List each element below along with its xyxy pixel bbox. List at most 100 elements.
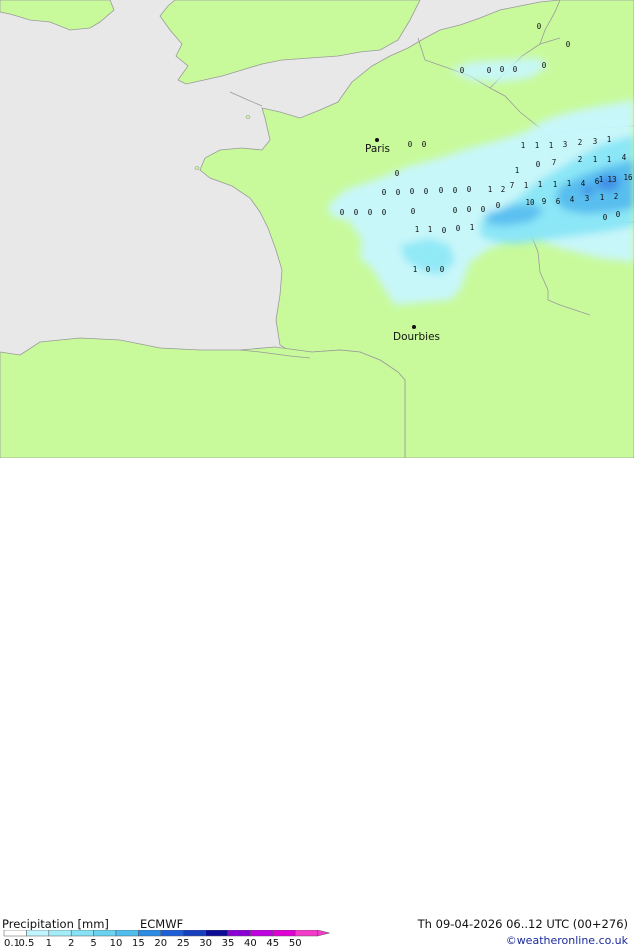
- land-iberia: [0, 337, 406, 458]
- credit: ©weatheronline.co.uk: [505, 934, 628, 947]
- precip-value: 0: [460, 66, 465, 75]
- precip-value: 0: [487, 66, 492, 75]
- city-label: Dourbies: [393, 331, 440, 343]
- precip-value: 1: [515, 166, 520, 175]
- legend-swatch: [93, 930, 117, 937]
- precip-value: 4: [581, 179, 586, 188]
- legend-swatch: [138, 930, 162, 937]
- precip-value: 0: [566, 40, 571, 49]
- precip-value: 2: [501, 185, 506, 194]
- precip-value: 16: [623, 173, 633, 182]
- precip-value: 7: [510, 181, 515, 190]
- precip-value: 0: [422, 140, 427, 149]
- city-marker: [412, 325, 416, 329]
- precip-value: 0: [426, 265, 431, 274]
- city-marker: [375, 138, 379, 142]
- legend-tick-label: 35: [222, 938, 235, 948]
- precip-value: 1: [600, 193, 605, 202]
- precip-value: 1: [599, 175, 604, 184]
- precip-value: 1: [470, 223, 475, 232]
- precip-value: 1: [488, 185, 493, 194]
- precip-value: 3: [563, 140, 568, 149]
- island-jersey: [245, 115, 251, 119]
- legend-swatch: [70, 930, 94, 937]
- legend-swatch: [205, 930, 229, 937]
- precip-value: 13: [607, 175, 616, 184]
- precip-value: 0: [453, 186, 458, 195]
- legend-swatch: [250, 930, 274, 937]
- precip-value: 0: [396, 188, 401, 197]
- legend-swatch: [48, 930, 72, 937]
- precip-value: 0: [408, 140, 413, 149]
- precip-value: 7: [552, 158, 557, 167]
- precip-value: 0: [496, 201, 501, 210]
- legend-tick-label: 5: [90, 938, 96, 948]
- precipitation-map: Paris Dourbies 0000000000000000000000000…: [0, 0, 634, 458]
- legend-tick-label: 25: [177, 938, 190, 948]
- precip-value: 1: [428, 225, 433, 234]
- precip-value: 1: [593, 155, 598, 164]
- precip-value: 1: [549, 141, 554, 150]
- legend-tick-label: 15: [132, 938, 145, 948]
- precip-value: 0: [442, 226, 447, 235]
- legend-swatch: [272, 930, 296, 937]
- precip-value: 0: [410, 187, 415, 196]
- legend-swatch: [182, 930, 206, 937]
- precip-value: 0: [481, 205, 486, 214]
- legend-swatch: [227, 930, 251, 937]
- legend-tick-label: 30: [199, 938, 212, 948]
- precip-value: 1: [607, 135, 612, 144]
- precip-value: 0: [456, 224, 461, 233]
- precip-value: 1: [415, 225, 420, 234]
- island-ushant: [194, 166, 200, 170]
- precip-value: 0: [616, 210, 621, 219]
- precip-value: 0: [467, 205, 472, 214]
- precip-value: 4: [622, 153, 627, 162]
- precip-value: 0: [542, 61, 547, 70]
- legend-swatch: [26, 930, 50, 937]
- precip-value: 1: [521, 141, 526, 150]
- precip-value: 2: [578, 138, 583, 147]
- precip-value: 1: [535, 141, 540, 150]
- precip-value: 0: [340, 208, 345, 217]
- precip-value: 0: [513, 65, 518, 74]
- legend-tick-label: 40: [244, 938, 257, 948]
- precip-value: 1: [524, 181, 529, 190]
- precip-value: 1: [607, 155, 612, 164]
- precip-value: 3: [593, 137, 598, 146]
- precip-value: 4: [570, 195, 575, 204]
- precip-value: 3: [585, 194, 590, 203]
- legend-tick-label: 1: [46, 938, 52, 948]
- precip-value: 0: [603, 213, 608, 222]
- color-legend: 0.10.5 1 2 5 10 15 20 25 30 35 40 45 50: [3, 930, 330, 948]
- precip-value: 0: [440, 265, 445, 274]
- legend-arrow: [317, 930, 330, 937]
- precip-value: 0: [411, 207, 416, 216]
- precip-value: 1: [538, 180, 543, 189]
- precip-value: 10: [525, 198, 535, 207]
- precip-value: 0: [439, 186, 444, 195]
- precip-value: 0: [453, 206, 458, 215]
- legend-swatch: [3, 930, 27, 937]
- legend-swatch: [160, 930, 184, 937]
- precip-value: 0: [500, 65, 505, 74]
- model-name: ECMWF: [140, 917, 184, 931]
- precip-value: 0: [536, 160, 541, 169]
- legend-tick-label: 50: [289, 938, 302, 948]
- precip-value: 1: [567, 179, 572, 188]
- product-title: Precipitation [mm]: [2, 917, 109, 931]
- precip-value: 0: [382, 188, 387, 197]
- legend-tick-label: 2: [68, 938, 74, 948]
- precip-value: 2: [578, 155, 583, 164]
- legend-tick-label: 10: [110, 938, 123, 948]
- precip-value: 0: [395, 169, 400, 178]
- precip-value: 0: [424, 187, 429, 196]
- precip-value: 9: [542, 197, 547, 206]
- legend-tick-label: 0.5: [18, 938, 34, 948]
- precip-value: 0: [354, 208, 359, 217]
- precip-value: 0: [368, 208, 373, 217]
- footer-bar: Precipitation [mm] ECMWF Th 09-04-2026 0…: [0, 458, 634, 948]
- precip-value: 0: [467, 185, 472, 194]
- valid-time: Th 09-04-2026 06..12 UTC (00+276): [417, 917, 628, 931]
- precip-value: 0: [537, 22, 542, 31]
